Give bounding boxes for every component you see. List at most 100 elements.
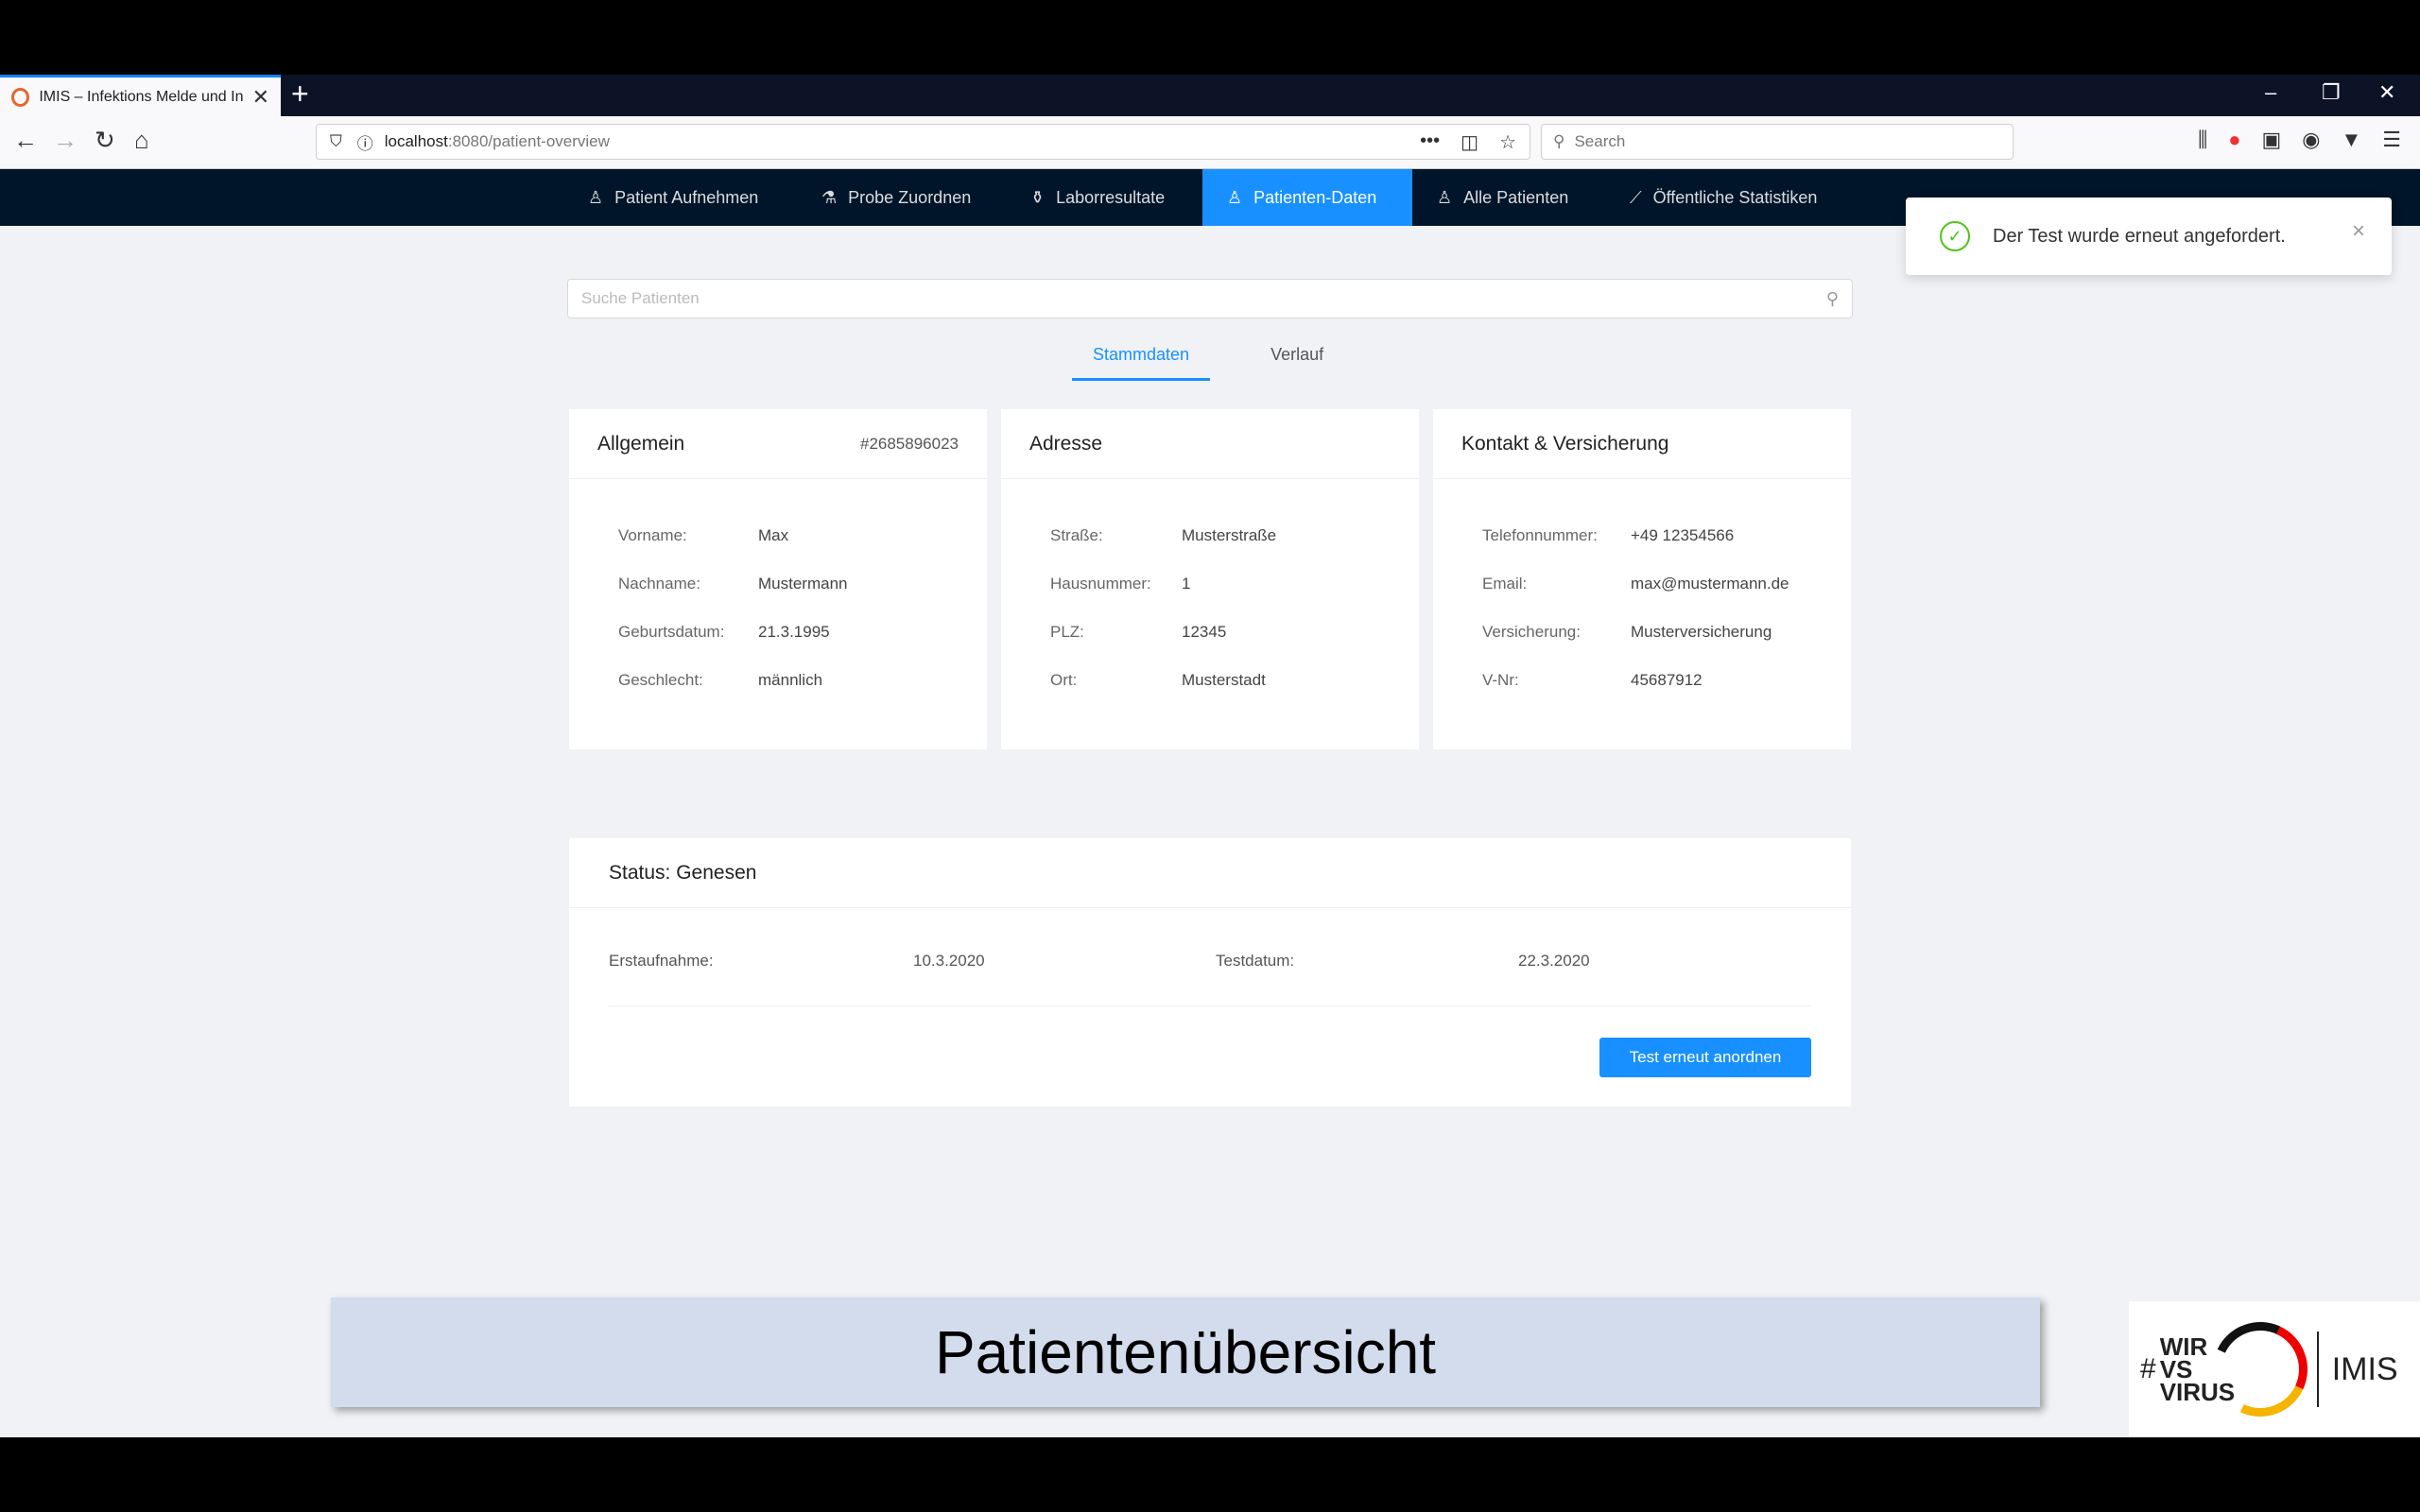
back-icon[interactable]: ←: [13, 126, 38, 155]
field-row: Versicherung: Musterversicherung: [1482, 623, 1802, 671]
restore-icon[interactable]: ❐: [2322, 80, 2341, 105]
account-icon[interactable]: ◉: [2302, 128, 2320, 152]
nav-patienten-daten[interactable]: ♙ Patienten-Daten: [1202, 169, 1412, 226]
wirvsvirus-imis-logo: # WIR VS VIRUS IMIS: [2129, 1301, 2420, 1437]
nav-patient-aufnehmen[interactable]: ♙ Patient Aufnehmen: [563, 169, 783, 226]
field-row: Geschlecht: männlich: [618, 671, 938, 719]
field-label: Hausnummer:: [1050, 575, 1151, 593]
user-icon: ♙: [1227, 187, 1243, 207]
menu-icon[interactable]: ☰: [2382, 128, 2401, 152]
browser-tab-bar: IMIS – Infektions Melde und In ✕ + – ❐ ✕: [0, 75, 2420, 116]
nav-label: Alle Patienten: [1463, 187, 1569, 207]
field-value: Musterstadt: [1182, 671, 1266, 689]
new-tab-button[interactable]: +: [291, 77, 309, 112]
nav-oeffentliche-statistiken[interactable]: ⟋ Öffentliche Statistiken: [1605, 169, 1841, 226]
card-title: Kontakt & Versicherung: [1461, 432, 1669, 455]
adblock-icon[interactable]: ●: [2228, 128, 2240, 152]
check-circle-icon: ✓: [1940, 221, 1970, 251]
status-title: Status: Genesen: [609, 861, 757, 884]
home-icon[interactable]: ⌂: [134, 126, 149, 155]
field-label: Telefonnummer:: [1482, 526, 1598, 544]
forward-icon[interactable]: →: [53, 126, 78, 155]
field-label: V-Nr:: [1482, 671, 1519, 689]
user-icon: ♙: [588, 187, 604, 207]
field-row: Straße: Musterstraße: [1050, 526, 1370, 575]
bookmark-star-icon[interactable]: ☆: [1499, 130, 1516, 154]
admission-value: 10.3.2020: [913, 952, 985, 970]
field-row: Vorname: Max: [618, 526, 938, 575]
nav-label: Laborresultate: [1056, 187, 1166, 207]
info-icon: ⓘ: [356, 134, 373, 153]
window-close-icon[interactable]: ✕: [2378, 80, 2395, 105]
status-card: Status: Genesen Erstaufnahme: 10.3.2020 …: [569, 838, 1851, 1107]
more-icon[interactable]: •••: [1420, 130, 1440, 154]
logo-hash: #: [2140, 1353, 2156, 1384]
field-row: V-Nr: 45687912: [1482, 671, 1802, 719]
nav-label: Probe Zuordnen: [848, 187, 972, 207]
field-row: PLZ: 12345: [1050, 623, 1370, 671]
detail-tabs: Stammdaten Verlauf: [1072, 339, 1344, 381]
minimize-icon[interactable]: –: [2265, 80, 2276, 105]
browser-search-placeholder: Search: [1574, 132, 1626, 150]
field-label: Nachname:: [618, 575, 700, 593]
logo-separator: [2316, 1332, 2319, 1407]
search-icon: ⚲: [1553, 132, 1565, 150]
field-row: Hausnummer: 1: [1050, 575, 1370, 623]
browser-tab[interactable]: IMIS – Infektions Melde und In ✕: [0, 75, 281, 116]
field-value: Musterstraße: [1182, 526, 1277, 544]
browser-tab-title: IMIS – Infektions Melde und In: [39, 88, 244, 105]
tab-verlauf[interactable]: Verlauf: [1250, 339, 1344, 381]
field-label: Versicherung:: [1482, 623, 1581, 641]
field-value: Max: [758, 526, 789, 544]
caption-banner: Patientenübersicht: [331, 1297, 2040, 1407]
logo-imis: IMIS: [2331, 1350, 2398, 1387]
field-row: Telefonnummer: +49 12354566: [1482, 526, 1802, 575]
email-link[interactable]: max@mustermann.de: [1631, 575, 1789, 623]
notification-close-icon[interactable]: ×: [2352, 218, 2365, 245]
field-value: 12345: [1182, 623, 1227, 641]
pocket-icon[interactable]: ◫: [1461, 130, 1478, 154]
shield-icon: ⛉: [330, 132, 342, 150]
success-notification: ✓ Der Test wurde erneut angefordert. ×: [1906, 198, 2392, 275]
field-row: Nachname: Mustermann: [618, 575, 938, 623]
patient-id: #2685896023: [859, 434, 959, 453]
nav-label: Öffentliche Statistiken: [1652, 187, 1818, 207]
reorder-test-button[interactable]: Test erneut anordnen: [1599, 1038, 1811, 1077]
url-host: localhost: [384, 132, 448, 150]
card-contact: Kontakt & Versicherung Telefonnummer: +49…: [1433, 409, 1851, 749]
notification-message: Der Test wurde erneut angefordert.: [1993, 225, 2286, 247]
browser-search-field[interactable]: ⚲ Search: [1541, 124, 2014, 160]
divider: [609, 1005, 1811, 1006]
search-icon[interactable]: ⚲: [1826, 289, 1839, 309]
field-value: Mustermann: [758, 575, 848, 593]
nav-alle-patienten[interactable]: ♙ Alle Patienten: [1412, 169, 1593, 226]
library-icon[interactable]: ⫼: [2198, 128, 2207, 152]
card-address: Adresse Straße: Musterstraße Hausnummer: 1…: [1001, 409, 1419, 749]
patient-search-input[interactable]: Suche Patienten ⚲: [567, 279, 1853, 318]
nav-probe-zuordnen[interactable]: ⚗ Probe Zuordnen: [797, 169, 995, 226]
card-title: Allgemein: [597, 432, 685, 455]
field-label: Geschlecht:: [618, 671, 703, 689]
field-row: Geburtsdatum: 21.3.1995: [618, 623, 938, 671]
chart-icon: ⟋: [1630, 187, 1642, 207]
sidebar-icon[interactable]: ▣: [2261, 128, 2281, 152]
field-row: Ort: Musterstadt: [1050, 671, 1370, 719]
tab-close-icon[interactable]: ✕: [252, 85, 269, 110]
reload-icon[interactable]: ↻: [95, 126, 115, 155]
tab-stammdaten[interactable]: Stammdaten: [1072, 339, 1211, 381]
field-value: männlich: [758, 671, 823, 689]
url-bar[interactable]: ⛉ ⓘ localhost:8080/patient-overview ••• …: [316, 124, 1530, 160]
field-value: 1: [1182, 575, 1191, 593]
field-label: Geburtsdatum:: [618, 623, 725, 641]
url-path: :8080/patient-overview: [447, 132, 610, 150]
field-value: 21.3.1995: [758, 623, 830, 641]
field-value: 45687912: [1631, 671, 1703, 689]
extension-icon[interactable]: ▼: [2341, 128, 2361, 152]
favicon-icon: [11, 87, 30, 107]
nav-laborresultate[interactable]: ⚱ Laborresultate: [1006, 169, 1189, 226]
test-date-value: 22.3.2020: [1518, 952, 1590, 970]
patient-search-placeholder: Suche Patienten: [581, 289, 700, 307]
logo-ring-icon: [2199, 1308, 2321, 1431]
field-label: Ort:: [1050, 671, 1078, 689]
field-row: Email: max@mustermann.de: [1482, 575, 1802, 623]
